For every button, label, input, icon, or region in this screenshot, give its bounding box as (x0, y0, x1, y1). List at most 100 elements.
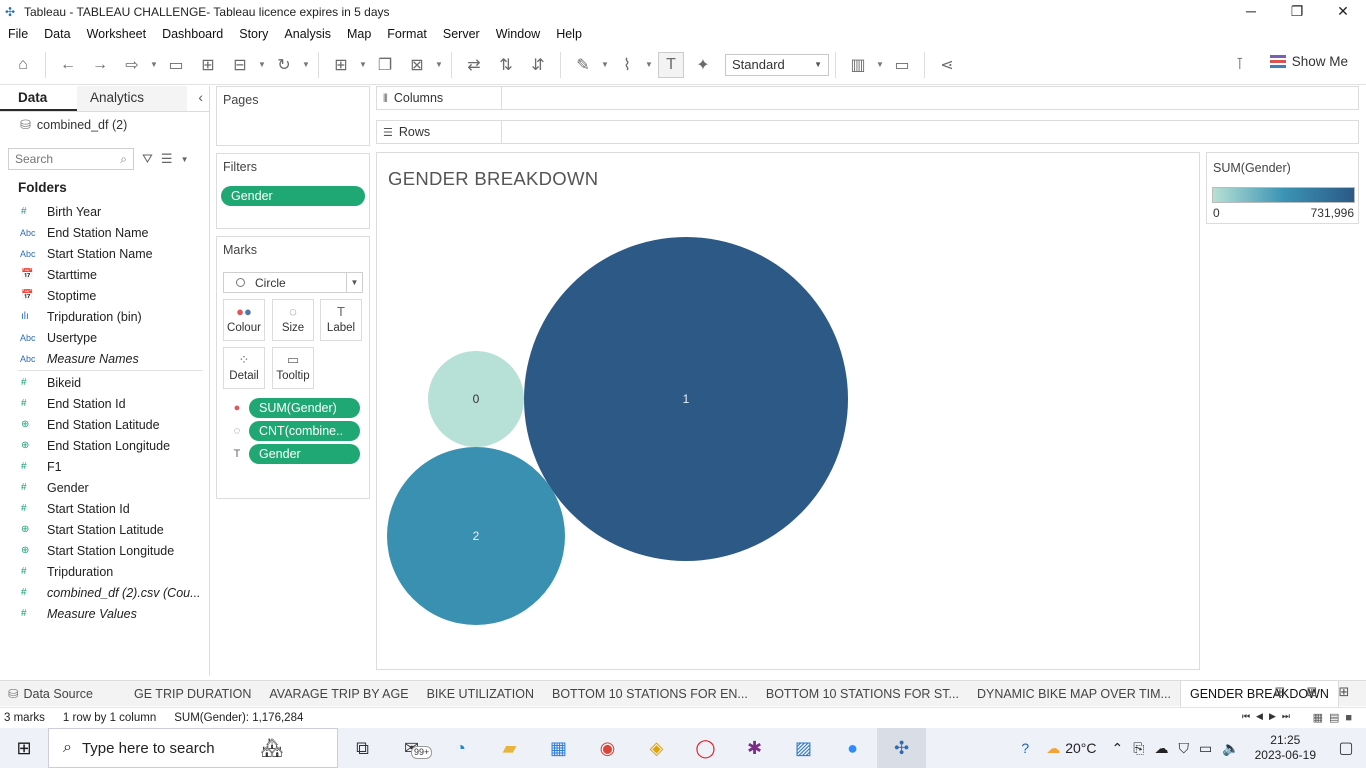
pause-updates-icon[interactable]: ⊟ (227, 52, 253, 78)
datasource-item[interactable]: ⛁ combined_df (2) (0, 112, 209, 138)
file-explorer-icon[interactable]: ▰ (485, 728, 534, 768)
replay-icon[interactable]: ⇨ (119, 52, 145, 78)
taskbar-search[interactable]: ⌕ Type here to search 🏘 (48, 728, 338, 768)
mark-type-select[interactable]: Circle ▼ (223, 272, 363, 293)
sheet-tab[interactable]: DYNAMIC BIKE MAP OVER TIM... (968, 681, 1180, 707)
new-story-icon[interactable]: ⊞ (1328, 684, 1360, 700)
show-mark-labels-icon[interactable]: T (658, 51, 684, 78)
new-data-source-icon[interactable]: ⊞ (195, 52, 221, 78)
minimize-button[interactable]: ─ (1228, 0, 1274, 23)
restore-button[interactable]: ❐ (1274, 0, 1320, 23)
zoom-icon[interactable]: ● (828, 728, 877, 768)
clock[interactable]: 21:25 2023-06-19 (1255, 733, 1316, 763)
columns-shelf[interactable]: ⦀ Columns (376, 86, 1359, 110)
field-item[interactable]: # Gender (0, 477, 209, 498)
mark-pill-sum-gender[interactable]: SUM(Gender) (249, 398, 360, 418)
menu-help[interactable]: Help (548, 27, 590, 41)
field-item[interactable]: # combined_df (2).csv (Cou... (0, 582, 209, 603)
menu-format[interactable]: Format (379, 27, 435, 41)
mail-icon[interactable]: ✉99+ (387, 728, 436, 768)
label-button[interactable]: T Label (320, 299, 362, 341)
shield-browser-icon[interactable]: ◈ (632, 728, 681, 768)
slack-icon[interactable]: ✱ (730, 728, 779, 768)
meet-now-icon[interactable]: ⎘ (1133, 740, 1144, 757)
filters-card[interactable]: Filters Gender (216, 153, 370, 229)
mark-pill-gender[interactable]: Gender (249, 444, 360, 464)
chevron-up-icon[interactable]: ⌃ (1112, 740, 1124, 757)
chevron-down-icon[interactable]: ▼ (644, 52, 654, 78)
store-icon[interactable]: ▦ (534, 728, 583, 768)
menu-file[interactable]: File (0, 27, 36, 41)
menu-story[interactable]: Story (231, 27, 276, 41)
share-icon[interactable]: ⋖ (934, 52, 960, 78)
sheet-tab[interactable]: BOTTOM 10 STATIONS FOR ST... (757, 681, 968, 707)
field-item[interactable]: ⊕ End Station Longitude (0, 435, 209, 456)
group-members-icon[interactable]: ⌇ (614, 52, 640, 78)
battery-icon[interactable]: ▭ (1199, 740, 1212, 757)
view-options-icon[interactable]: ☰ (161, 151, 173, 167)
field-item[interactable]: 📅 Stoptime (0, 285, 209, 306)
field-item[interactable]: # Measure Values (0, 603, 209, 624)
filter-pill-gender[interactable]: Gender (221, 186, 365, 206)
field-item[interactable]: ⊕ End Station Latitude (0, 414, 209, 435)
presentation-mode-icon[interactable]: ▭ (889, 52, 915, 78)
sheet-tab[interactable]: GE TRIP DURATION (125, 681, 260, 707)
view-mode-icons[interactable]: ▦▤■ (1313, 711, 1358, 724)
field-item[interactable]: # Tripduration (0, 561, 209, 582)
field-item[interactable]: ⊕ Start Station Latitude (0, 519, 209, 540)
sheet-tab[interactable]: BOTTOM 10 STATIONS FOR EN... (543, 681, 757, 707)
sheet-navigation[interactable]: ⏮◀▶⏭ (1242, 711, 1296, 722)
field-item[interactable]: # Bikeid (0, 372, 209, 393)
field-search-box[interactable]: ⌕ (8, 148, 134, 170)
field-item[interactable]: 📅 Starttime (0, 264, 209, 285)
new-dashboard-icon[interactable]: ⊞ (1296, 684, 1328, 700)
field-item[interactable]: Abc Start Station Name (0, 243, 209, 264)
task-view-icon[interactable]: ⧉ (338, 728, 387, 768)
field-item[interactable]: Abc Usertype (0, 327, 209, 348)
notifications-icon[interactable]: ▢ (1326, 738, 1366, 758)
help-icon[interactable]: ? (1021, 740, 1029, 756)
sort-ascending-icon[interactable]: ⇅ (493, 52, 519, 78)
color-legend[interactable]: SUM(Gender) 0 731,996 (1206, 152, 1359, 224)
chevron-down-icon[interactable]: ▼ (149, 52, 159, 78)
chevron-down-icon[interactable]: ▼ (875, 52, 885, 78)
mark-pill-count[interactable]: CNT(combine.. (249, 421, 360, 441)
sheet-tab[interactable]: BIKE UTILIZATION (418, 681, 543, 707)
chevron-down-icon[interactable]: ▼ (257, 52, 267, 78)
fix-axes-icon[interactable]: ✦ (690, 52, 716, 78)
menu-worksheet[interactable]: Worksheet (79, 27, 155, 41)
field-item[interactable]: # End Station Id (0, 393, 209, 414)
home-icon[interactable]: ⌂ (10, 52, 36, 78)
fit-select[interactable]: Standard ▼ (725, 53, 829, 76)
size-button[interactable]: ◌ Size (272, 299, 314, 341)
menu-map[interactable]: Map (339, 27, 379, 41)
chevron-down-icon[interactable]: ▼ (181, 155, 189, 164)
chevron-down-icon[interactable]: ▼ (600, 52, 610, 78)
cloud-icon[interactable]: ☁ (1154, 740, 1168, 757)
field-item[interactable]: # Birth Year (0, 201, 209, 222)
field-item[interactable]: # F1 (0, 456, 209, 477)
tab-analytics[interactable]: Analytics (77, 86, 187, 111)
highlight-icon[interactable]: ✎ (570, 52, 596, 78)
photos-icon[interactable]: ▨ (779, 728, 828, 768)
clear-sheet-icon[interactable]: ⊠ (404, 52, 430, 78)
save-icon[interactable]: ▭ (163, 52, 189, 78)
chevron-down-icon[interactable]: ▼ (358, 52, 368, 78)
weather-icon[interactable]: ☁ (1046, 740, 1060, 757)
volume-icon[interactable]: 🔈 (1222, 740, 1239, 757)
data-source-tab[interactable]: ⛁ Data Source (0, 686, 125, 702)
filter-icon[interactable]: ⛛ (142, 151, 153, 167)
show-me-button[interactable]: Show Me (1269, 54, 1348, 69)
redo-icon[interactable]: → (87, 52, 113, 78)
tooltip-button[interactable]: ▭ Tooltip (272, 347, 314, 389)
tableau-taskbar-icon[interactable]: ✣ (877, 728, 926, 768)
show-cards-icon[interactable]: ▥ (845, 52, 871, 78)
chevron-down-icon[interactable]: ▼ (301, 52, 311, 78)
tab-data[interactable]: Data (0, 86, 77, 111)
menu-dashboard[interactable]: Dashboard (154, 27, 231, 41)
new-worksheet-icon[interactable]: ⊞ (1264, 684, 1296, 700)
format-painter-icon[interactable]: ⊺ (1236, 54, 1244, 74)
duplicate-sheet-icon[interactable]: ❐ (372, 52, 398, 78)
field-item[interactable]: ılı Tripduration (bin) (0, 306, 209, 327)
chrome-icon[interactable]: ◉ (583, 728, 632, 768)
